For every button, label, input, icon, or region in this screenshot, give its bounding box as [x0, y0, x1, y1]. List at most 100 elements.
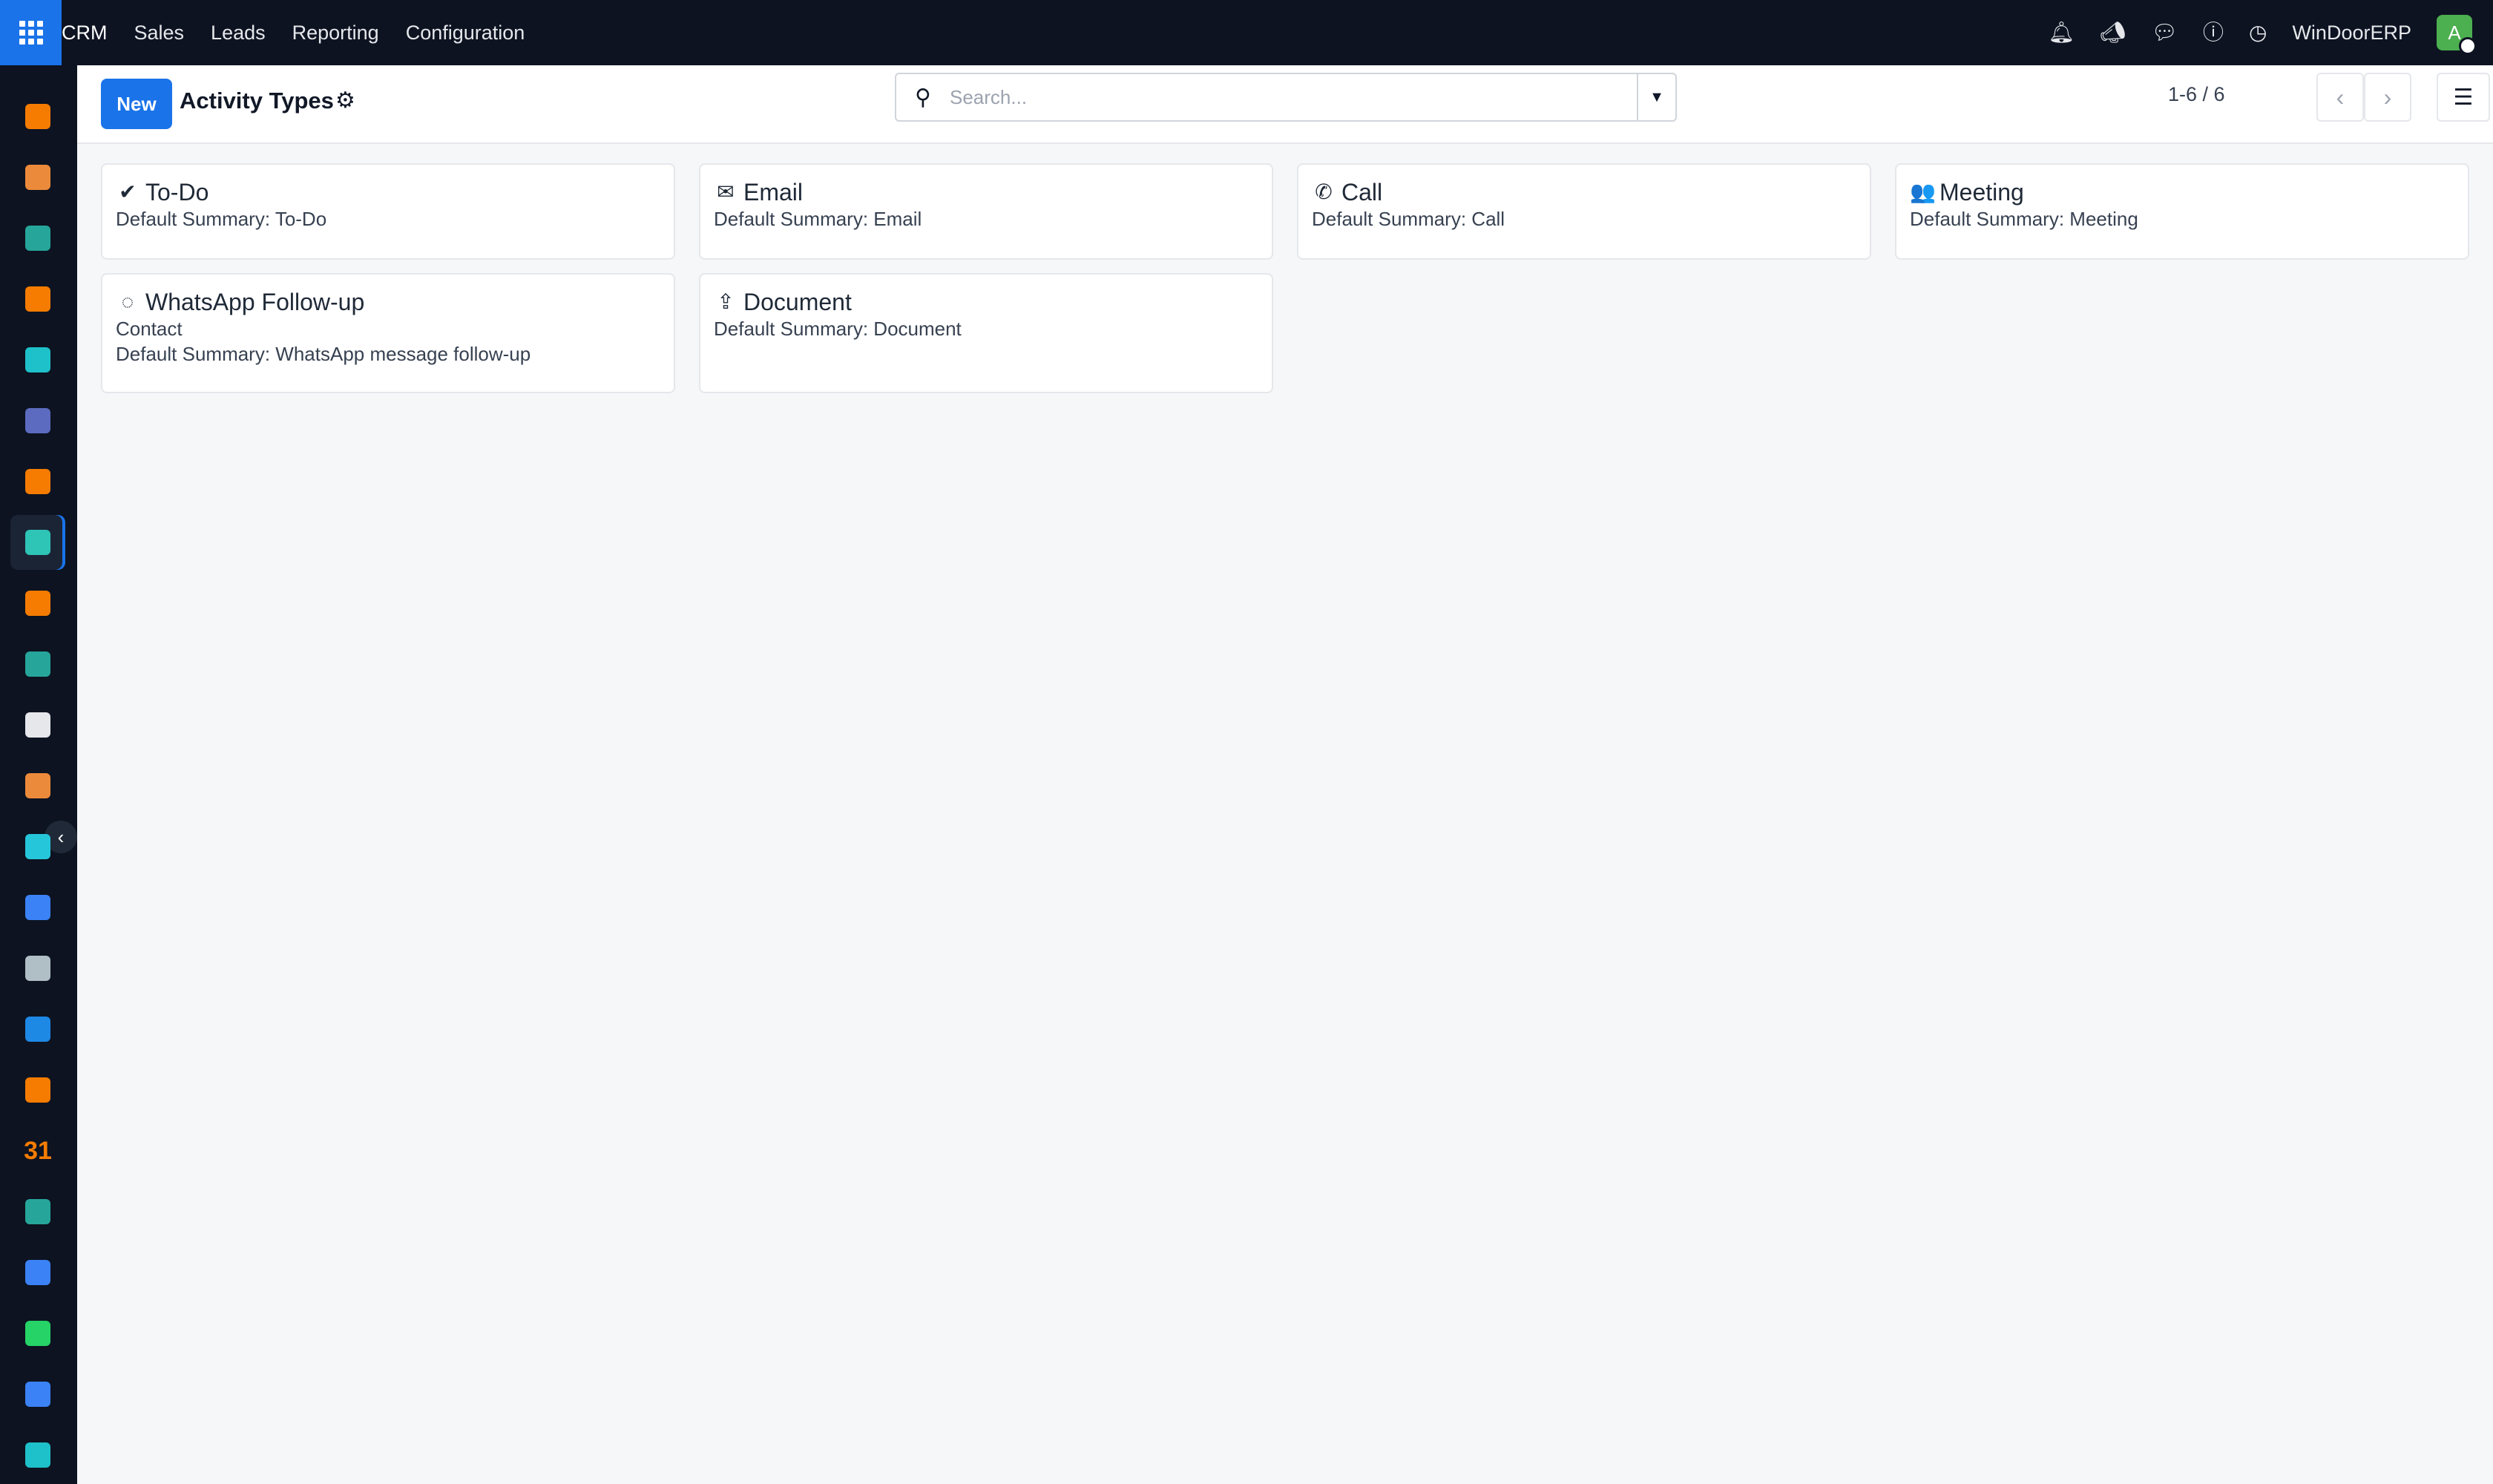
website-app-icon: [25, 347, 50, 372]
sidebar-item-studio-app[interactable]: [10, 150, 65, 205]
card-title-text: WhatsApp Follow-up: [145, 289, 365, 315]
search-options-chevron-down-icon[interactable]: ▼: [1637, 74, 1675, 120]
kanban-card[interactable]: ✉ Email Default Summary: Email: [699, 163, 1273, 260]
knowledge-app-icon: [25, 895, 50, 920]
pager-previous-chevron-left-icon[interactable]: ‹: [2316, 73, 2364, 122]
sidebar-item-packages-app[interactable]: [10, 941, 65, 996]
top-navbar: CRM Sales Leads Reporting Configuration …: [0, 0, 2493, 65]
avatar[interactable]: A: [2437, 15, 2477, 55]
kanban-card[interactable]: ⇪ Document Default Summary: Document: [699, 273, 1273, 393]
sidebar-item-time-off-app[interactable]: [10, 1367, 65, 1422]
search-icon: ⚲: [915, 85, 931, 110]
calendar-icon: 31: [24, 1136, 52, 1165]
help-icon[interactable]: ⓘ: [2203, 22, 2224, 43]
sidebar-item-employees-app[interactable]: [10, 637, 65, 692]
card-title-text: Document: [743, 289, 852, 315]
clock-icon[interactable]: ◷: [2249, 22, 2267, 43]
phone-icon: ✆: [1315, 180, 1333, 203]
card-detail-line: Default Summary: Email: [714, 208, 922, 230]
packages-app-icon: [25, 956, 50, 981]
sidebar-item-dashboards-app[interactable]: [10, 1245, 65, 1300]
status-dot: [2459, 37, 2477, 55]
sidebar-item-reports-app[interactable]: [10, 576, 65, 631]
sidebar-item-whatsapp-app[interactable]: [10, 1306, 65, 1361]
discuss-app-icon: [25, 286, 50, 312]
card-detail-line: Contact: [116, 318, 183, 340]
kanban-card[interactable]: ◌ WhatsApp Follow-up Contact Default Summar…: [101, 273, 675, 393]
sidebar-item-calendar-app[interactable]: 31: [10, 1123, 65, 1178]
new-button[interactable]: New: [101, 79, 172, 129]
menu-crm[interactable]: CRM: [62, 22, 121, 45]
card-title: ◌ WhatsApp Follow-up: [116, 288, 660, 316]
whatsapp-icon: ◌: [121, 290, 134, 313]
check-icon: ✔: [119, 180, 137, 203]
card-title: ✔ To-Do: [116, 178, 660, 206]
invoicing-app-icon: [25, 1017, 50, 1042]
grid-icon: [19, 21, 43, 45]
sidebar-item-knowledge-app[interactable]: [10, 880, 65, 935]
search-bar: ⚲ ▼: [895, 73, 1677, 122]
kanban-card[interactable]: 👥 Meeting Default Summary: Meeting: [1895, 163, 2469, 260]
envelope-icon: ✉: [717, 180, 735, 203]
card-title: ⇪ Document: [714, 288, 1258, 316]
sidebar-item-website-app[interactable]: [10, 332, 65, 387]
sidebar-item-inventory-app[interactable]: [10, 697, 65, 752]
gear-icon[interactable]: ⚙: [335, 88, 355, 114]
app-sidebar: ‹ 31: [0, 65, 77, 1484]
menu-reporting[interactable]: Reporting: [279, 22, 392, 45]
chat-icon[interactable]: 💬︎: [2151, 22, 2178, 43]
systray: 🔔︎ 📣︎ 💬︎ ⓘ ◷ WinDoorERP A: [2048, 0, 2477, 65]
card-title: 👥 Meeting: [1910, 178, 2454, 206]
sidebar-item-livechat-app[interactable]: [10, 454, 65, 509]
sidebar-item-project-app[interactable]: [10, 819, 65, 874]
studio-app-icon: [25, 165, 50, 190]
card-detail-line: Default Summary: To-Do: [116, 208, 327, 230]
sidebar-item-crm-app[interactable]: [10, 515, 65, 570]
livechat-app-icon: [25, 469, 50, 494]
sidebar-item-dashboard-app[interactable]: [10, 89, 65, 144]
users-icon: 👥: [1910, 180, 1936, 203]
employees-app-icon: [25, 651, 50, 677]
pager-value[interactable]: 1-6 / 6: [2168, 83, 2225, 106]
bell-icon[interactable]: 🔔︎: [2048, 22, 2075, 43]
menu-leads[interactable]: Leads: [197, 22, 279, 45]
sign-app-icon: [25, 1199, 50, 1224]
website2-app-icon: [25, 1442, 50, 1468]
card-title-text: Email: [743, 179, 804, 206]
sidebar-item-mail-app[interactable]: [10, 393, 65, 448]
team-app-icon: [25, 1077, 50, 1103]
sidebar-item-website2-app[interactable]: [10, 1428, 65, 1483]
reports-app-icon: [25, 591, 50, 616]
company-switcher[interactable]: WinDoorERP: [2292, 22, 2411, 45]
card-title: ✆ Call: [1312, 178, 1856, 206]
menu-configuration[interactable]: Configuration: [392, 22, 539, 45]
card-title-text: To-Do: [145, 179, 209, 206]
megaphone-icon[interactable]: 📣︎: [2100, 22, 2126, 43]
app-menu-button[interactable]: [0, 0, 62, 65]
control-panel: New Activity Types ⚙ ⚲ ▼ 1-6 / 6 ‹ › ☰ ▥: [77, 65, 2493, 144]
contacts-app-icon: [25, 226, 50, 251]
list-view-icon[interactable]: ☰: [2437, 73, 2490, 122]
menu-sales[interactable]: Sales: [121, 22, 198, 45]
sidebar-item-discuss-app[interactable]: [10, 272, 65, 326]
inventory-app-icon: [25, 712, 50, 738]
sidebar-item-sign-app[interactable]: [10, 1184, 65, 1239]
card-title: ✉ Email: [714, 178, 1258, 206]
kanban-card[interactable]: ✆ Call Default Summary: Call: [1297, 163, 1871, 260]
sidebar-item-contacts-app[interactable]: [10, 211, 65, 266]
avatar-initial: A: [2448, 21, 2461, 44]
dashboard-app-icon: [25, 104, 50, 129]
upload-icon: ⇪: [717, 290, 735, 313]
pager-next-chevron-right-icon[interactable]: ›: [2364, 73, 2411, 122]
search-input[interactable]: [950, 75, 1637, 119]
card-detail-line: Default Summary: Meeting: [1910, 208, 2138, 230]
sidebar-item-team-app[interactable]: [10, 1063, 65, 1117]
mail-app-icon: [25, 408, 50, 433]
page-title: Activity Types: [180, 88, 334, 114]
sidebar-item-studio2-app[interactable]: [10, 758, 65, 813]
crm-app-icon: [25, 530, 50, 555]
main-menu: CRM Sales Leads Reporting Configuration: [62, 0, 538, 65]
time-off-app-icon: [25, 1382, 50, 1407]
sidebar-item-invoicing-app[interactable]: [10, 1002, 65, 1057]
kanban-card[interactable]: ✔ To-Do Default Summary: To-Do: [101, 163, 675, 260]
